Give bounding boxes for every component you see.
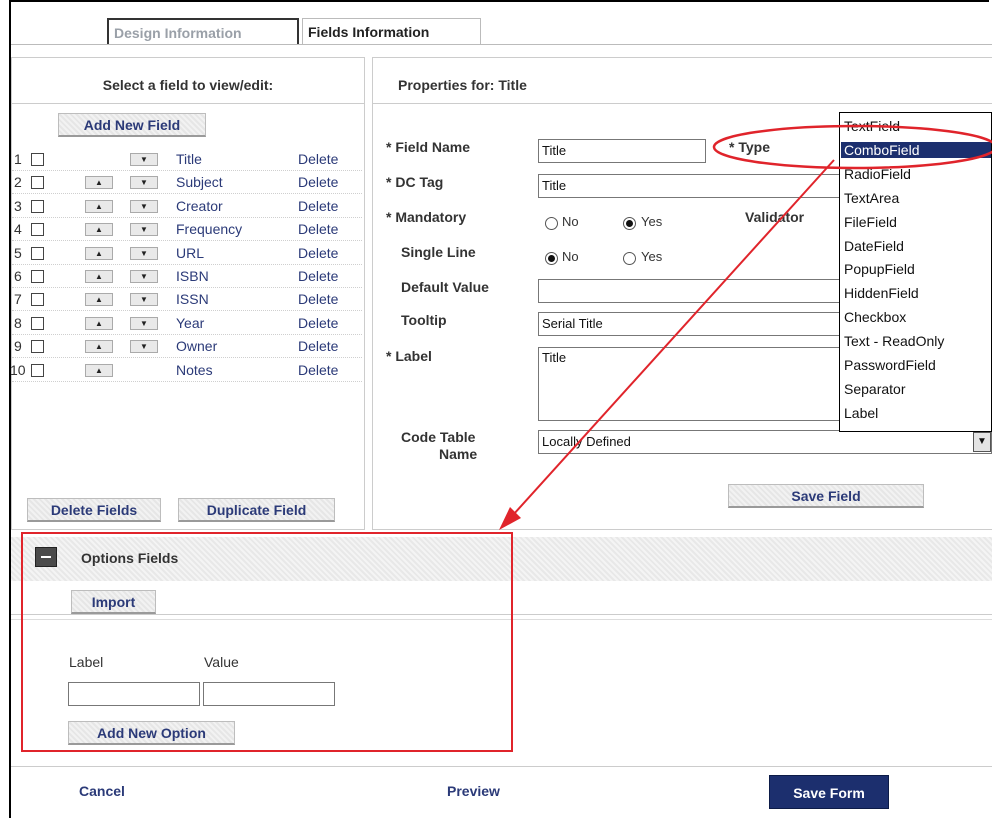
annotation-ellipse: [712, 124, 992, 170]
annotation-overlay: [499, 124, 992, 530]
annotation-arrow-line: [512, 159, 835, 516]
